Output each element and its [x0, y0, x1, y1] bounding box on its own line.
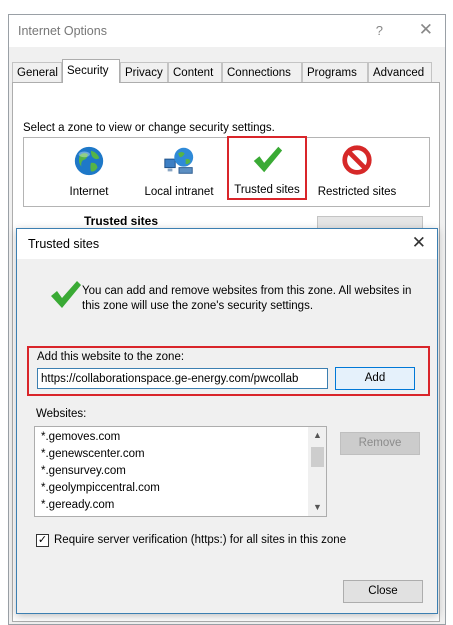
zone-heading: Trusted sites — [84, 214, 159, 228]
internet-options-titlebar: Internet Options ? ✕ — [9, 15, 445, 47]
tab-programs[interactable]: Programs — [302, 62, 368, 82]
tab-connections[interactable]: Connections — [222, 62, 302, 82]
list-item[interactable]: *.gensurvey.com — [41, 465, 126, 477]
close-icon[interactable]: ✕ — [419, 20, 433, 40]
https-verification-checkbox[interactable]: ✓ — [36, 534, 49, 547]
window-title: Internet Options — [18, 24, 107, 38]
zone-label: Internet — [69, 186, 109, 198]
restricted-icon — [342, 145, 372, 175]
add-website-label: Add this website to the zone: — [37, 351, 185, 363]
tab-content[interactable]: Content — [168, 62, 222, 82]
zone-label: Restricted sites — [317, 186, 397, 198]
remove-button[interactable]: Remove — [340, 432, 420, 455]
list-item[interactable]: *.genewscenter.com — [41, 448, 145, 460]
zone-label: Local intranet — [144, 186, 214, 198]
add-website-group: Add this website to the zone: Add — [27, 346, 430, 396]
zone-selector: Internet Local intranet Trusted sites Re… — [23, 136, 430, 207]
tab-privacy[interactable]: Privacy — [120, 62, 168, 82]
checkmark-icon — [253, 146, 283, 173]
help-icon[interactable]: ? — [376, 23, 383, 38]
add-button[interactable]: Add — [335, 367, 415, 390]
https-verification-label: Require server verification (https:) for… — [54, 534, 347, 546]
list-item[interactable]: *.geready.com — [41, 499, 114, 511]
tab-general[interactable]: General — [12, 62, 62, 82]
websites-list[interactable]: *.gemoves.com *.genewscenter.com *.gensu… — [34, 426, 327, 517]
scroll-thumb[interactable] — [311, 447, 324, 467]
dialog-description: You can add and remove websites from thi… — [82, 285, 412, 312]
tab-advanced[interactable]: Advanced — [368, 62, 432, 82]
list-scrollbar[interactable]: ▲ ▼ — [308, 427, 326, 516]
websites-label: Websites: — [36, 408, 87, 420]
tab-security[interactable]: Security — [62, 59, 120, 83]
add-website-input[interactable] — [37, 368, 328, 389]
scroll-up-icon[interactable]: ▲ — [309, 427, 326, 444]
checkmark-icon — [51, 281, 81, 308]
dialog-title: Trusted sites — [28, 237, 100, 251]
zone-label: Trusted sites — [234, 184, 300, 196]
list-item[interactable]: *.gemoves.com — [41, 431, 120, 443]
scroll-down-icon[interactable]: ▼ — [309, 499, 326, 516]
intranet-icon — [164, 147, 194, 174]
zone-internet[interactable]: Internet — [54, 142, 124, 202]
list-item[interactable]: *.geolympiccentral.com — [41, 482, 160, 494]
dialog-titlebar: Trusted sites ✕ — [17, 229, 437, 259]
zone-local-intranet[interactable]: Local intranet — [139, 142, 219, 202]
zone-restricted-sites[interactable]: Restricted sites — [312, 142, 402, 202]
trusted-sites-dialog: Trusted sites ✕ You can add and remove w… — [16, 228, 438, 614]
globe-icon — [74, 146, 104, 176]
dialog-body: You can add and remove websites from thi… — [17, 259, 437, 613]
zone-trusted-sites[interactable]: Trusted sites — [227, 136, 307, 200]
close-icon[interactable]: ✕ — [412, 233, 426, 253]
close-button[interactable]: Close — [343, 580, 423, 603]
zone-hint: Select a zone to view or change security… — [23, 122, 275, 134]
